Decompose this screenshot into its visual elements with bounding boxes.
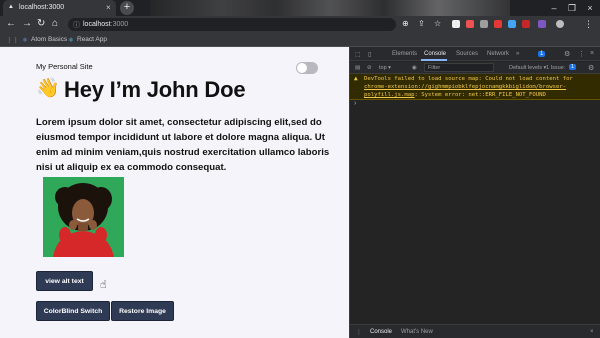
browser-tab[interactable]: ▲ localhost:3000 ×	[3, 0, 116, 16]
bookmarks-bar: ⋮⋮ ⚛ Atom Basics ⚛ React App	[0, 33, 600, 47]
new-tab-button[interactable]: +	[120, 1, 134, 15]
tab-strip: ▲ localhost:3000 × + – ❐ ×	[0, 0, 600, 16]
close-devtools-icon[interactable]: ×	[590, 50, 594, 57]
site-info-icon[interactable]: ⓘ	[73, 20, 80, 30]
issues-label[interactable]: 1 Issue:	[546, 65, 565, 71]
web-page: My Personal Site 👋 Hey I’m John Doe Lore…	[0, 47, 349, 338]
console-settings-icon[interactable]: ⚙	[588, 64, 594, 72]
portrait-illustration	[43, 177, 124, 257]
forward-icon[interactable]: →	[22, 19, 32, 29]
gear-icon[interactable]: ⚙	[564, 50, 570, 58]
devtools-panel: ⬚ ▯ Elements Console Sources Network » 1…	[349, 47, 600, 338]
console-prompt[interactable]: ›	[354, 100, 356, 107]
share-icon[interactable]: ⇪	[418, 19, 425, 29]
filter-input[interactable]: Filter	[424, 63, 494, 72]
kebab-icon[interactable]: ⋮	[578, 50, 585, 58]
warning-icon: ▲	[354, 75, 358, 82]
maximize-icon[interactable]: ❐	[566, 2, 578, 14]
eye-icon[interactable]: ◉	[412, 65, 417, 71]
extension-icon[interactable]	[522, 20, 530, 28]
apps-icon[interactable]: ⋮⋮	[6, 36, 19, 44]
tab-elements[interactable]: Elements	[392, 51, 417, 57]
devtools-tabbar: ⬚ ▯ Elements Console Sources Network » 1…	[350, 47, 600, 61]
reload-icon[interactable]: ↻	[37, 19, 45, 29]
restore-image-button[interactable]: Restore Image	[111, 301, 174, 321]
theme-toggle[interactable]	[296, 62, 318, 74]
more-tabs-button[interactable]: »	[516, 51, 519, 57]
drawer-tabbar: ⋮ Console What's New ×	[350, 324, 600, 338]
address-bar[interactable]: ⓘ localhost:3000	[68, 18, 396, 31]
tab-title: localhost:3000	[19, 4, 65, 11]
drawer-tab-whats-new[interactable]: What's New	[401, 329, 433, 335]
favicon-icon: ▲	[8, 4, 14, 10]
window-background	[150, 0, 510, 16]
react-icon: ⚛	[68, 37, 74, 44]
avatar[interactable]	[556, 20, 564, 28]
tab-sources[interactable]: Sources	[456, 51, 478, 57]
extension-icon[interactable]	[494, 20, 502, 28]
tab-network[interactable]: Network	[487, 51, 509, 57]
drawer-tab-console[interactable]: Console	[370, 329, 392, 335]
bookmark-react-app[interactable]: React App	[77, 36, 107, 43]
warning-message: DevTools failed to load source map: Coul…	[364, 76, 573, 98]
extension-icon[interactable]	[466, 20, 474, 28]
active-tab-indicator	[421, 59, 447, 61]
view-alt-text-button[interactable]: view alt text	[36, 271, 93, 291]
url-text: localhost:3000	[83, 21, 129, 28]
extension-icon[interactable]	[480, 20, 488, 28]
extension-icon[interactable]	[538, 20, 546, 28]
home-icon[interactable]: ⌂	[52, 19, 58, 29]
site-name: My Personal Site	[36, 62, 93, 71]
menu-kebab-icon[interactable]: ⋮	[584, 19, 593, 29]
back-icon[interactable]: ←	[6, 19, 16, 29]
minimize-icon[interactable]: –	[548, 2, 560, 14]
inspect-icon[interactable]: ⬚	[355, 51, 361, 58]
profile-photo	[43, 177, 124, 257]
issues-count-badge[interactable]: 1	[569, 64, 577, 70]
clear-console-icon[interactable]: ⊘	[367, 65, 372, 71]
page-title: Hey I’m John Doe	[64, 77, 246, 102]
issues-badge[interactable]: 1	[538, 51, 546, 57]
context-select[interactable]: top ▾	[379, 65, 391, 71]
window-close-icon[interactable]: ×	[584, 2, 596, 14]
intro-paragraph: Lorem ipsum dolor sit amet, consectetur …	[36, 117, 330, 173]
extension-icon[interactable]	[452, 20, 460, 28]
toggle-knob	[297, 63, 307, 73]
device-toolbar-icon[interactable]: ▯	[368, 51, 371, 58]
atom-icon: ⚛	[22, 37, 28, 44]
sidebar-toggle-icon[interactable]: ▤	[355, 65, 360, 71]
waving-hand-icon: 👋	[36, 78, 60, 99]
colorblind-switch-button[interactable]: ColorBlind Switch	[36, 301, 110, 321]
bookmark-atom-basics[interactable]: Atom Basics	[31, 36, 67, 43]
console-toolbar: ▤ ⊘ top ▾ ◉ Filter Default levels ▾ 1 Is…	[350, 62, 600, 74]
log-levels-select[interactable]: Default levels ▾	[509, 65, 546, 71]
close-icon[interactable]: ×	[106, 3, 111, 12]
extension-icon[interactable]	[508, 20, 516, 28]
drawer-kebab-icon[interactable]: ⋮	[356, 329, 362, 336]
tab-console[interactable]: Console	[424, 51, 446, 57]
close-drawer-icon[interactable]: ×	[590, 329, 594, 335]
console-warning: ▲ DevTools failed to load source map: Co…	[350, 74, 600, 100]
bookmark-star-icon[interactable]: ☆	[434, 19, 441, 29]
zoom-icon[interactable]: ⊕	[402, 19, 409, 29]
hand-cursor-icon: ☝	[100, 279, 107, 291]
